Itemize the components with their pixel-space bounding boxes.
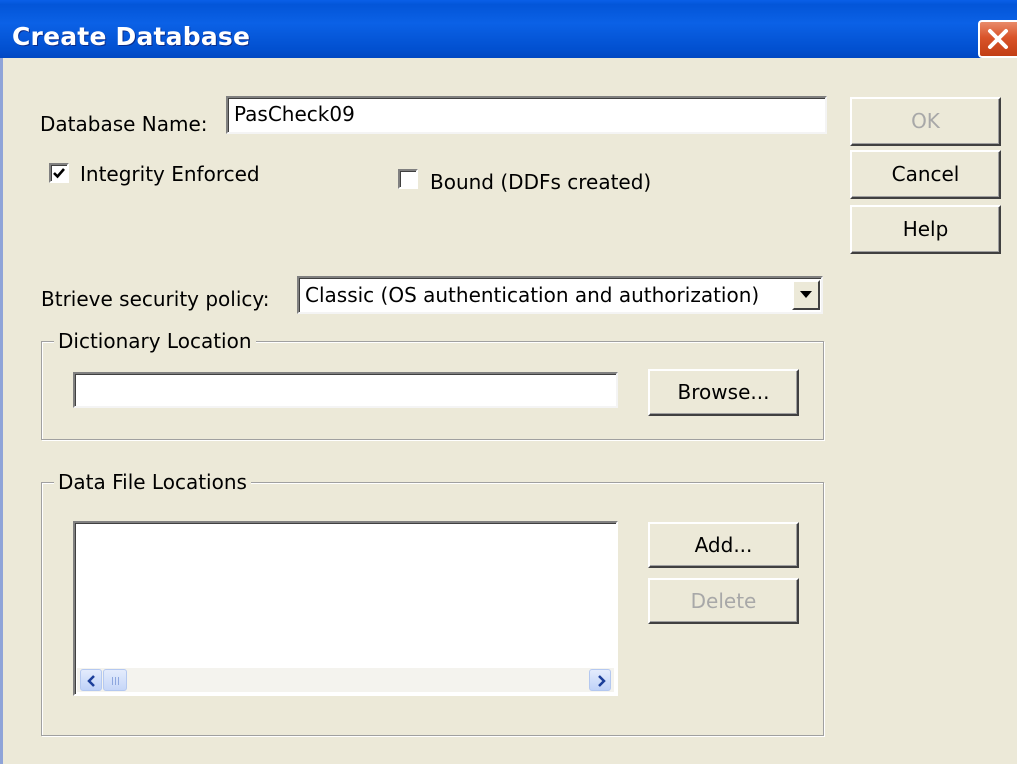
integrity-checkbox-box[interactable]	[49, 163, 69, 183]
checkmark-icon	[53, 168, 65, 179]
bound-checkbox[interactable]: Bound (DDFs created)	[396, 166, 656, 194]
close-icon	[988, 29, 1008, 49]
security-policy-label: Btrieve security policy:	[41, 287, 270, 311]
horizontal-scrollbar[interactable]	[77, 668, 614, 692]
window-frame	[0, 58, 3, 764]
integrity-enforced-checkbox[interactable]: Integrity Enforced	[45, 160, 265, 186]
dictionary-location-label: Dictionary Location	[54, 329, 256, 353]
title-bar[interactable]: Create Database	[0, 0, 1017, 58]
arrow-left-icon	[87, 675, 95, 687]
bound-checkbox-box[interactable]	[398, 169, 418, 189]
data-file-locations-label: Data File Locations	[54, 470, 251, 494]
browse-button[interactable]: Browse...	[648, 369, 799, 416]
arrow-right-icon	[598, 675, 606, 687]
integrity-enforced-label: Integrity Enforced	[80, 162, 260, 186]
ok-button[interactable]: OK	[850, 97, 1001, 146]
add-button[interactable]: Add...	[648, 522, 799, 568]
database-name-input[interactable]: PasCheck09	[226, 96, 827, 134]
data-file-list[interactable]	[73, 521, 618, 696]
scroll-left-button[interactable]	[80, 669, 102, 691]
security-policy-value: Classic (OS authentication and authoriza…	[305, 283, 760, 307]
cancel-button[interactable]: Cancel	[850, 150, 1001, 199]
security-policy-dropdown-button[interactable]	[792, 280, 820, 310]
help-button[interactable]: Help	[850, 205, 1001, 254]
database-name-label: Database Name:	[40, 112, 208, 136]
close-button[interactable]	[978, 20, 1017, 58]
scroll-thumb[interactable]	[103, 669, 127, 691]
chevron-down-icon	[800, 291, 812, 298]
bound-label: Bound (DDFs created)	[430, 170, 652, 194]
scroll-right-button[interactable]	[589, 669, 611, 691]
database-name-value: PasCheck09	[234, 102, 355, 126]
security-policy-select[interactable]: Classic (OS authentication and authoriza…	[297, 276, 823, 314]
dictionary-path-input[interactable]	[73, 372, 618, 408]
window-title: Create Database	[12, 22, 251, 51]
delete-button[interactable]: Delete	[648, 578, 799, 624]
